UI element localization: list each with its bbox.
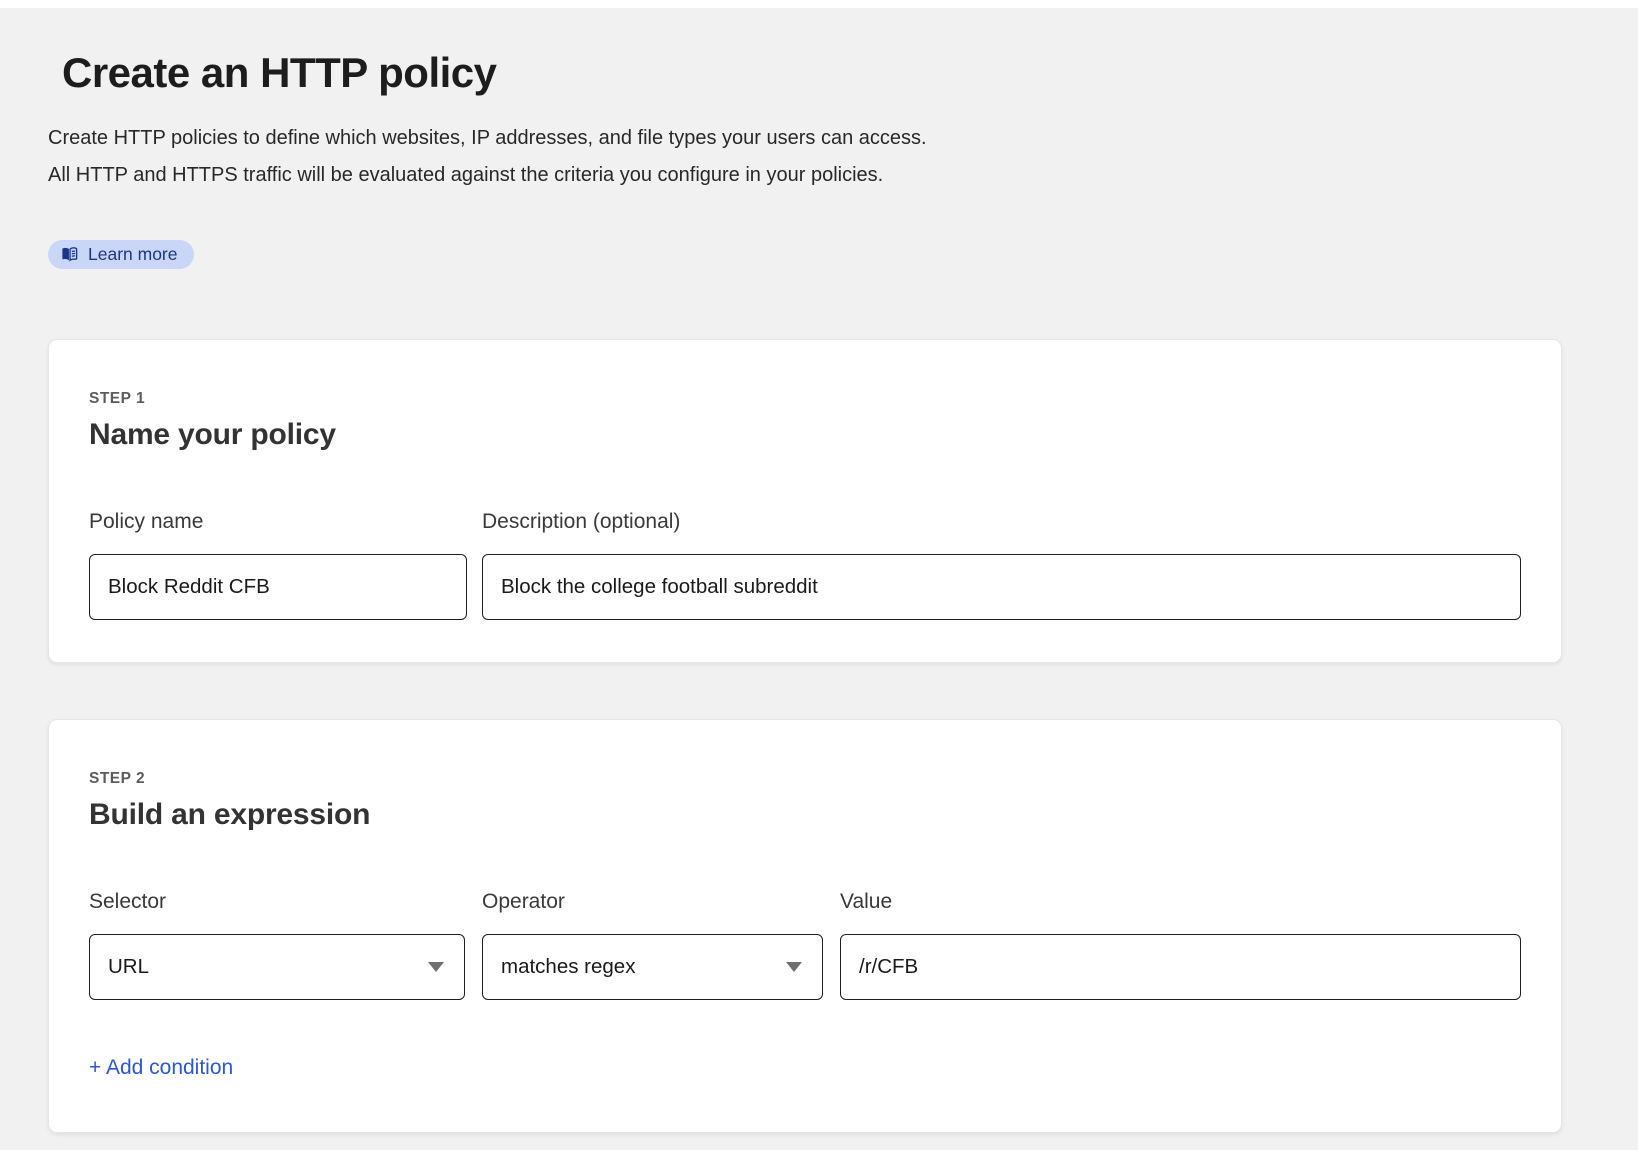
value-label: Value: [840, 890, 1521, 914]
operator-label: Operator: [482, 890, 823, 914]
description-line-2: All HTTP and HTTPS traffic will be evalu…: [48, 157, 1590, 194]
step1-label: STEP 1: [89, 390, 1521, 408]
operator-dropdown[interactable]: matches regex: [482, 934, 823, 1000]
description-input[interactable]: [482, 554, 1521, 620]
create-http-policy-page: Create an HTTP policy Create HTTP polici…: [0, 8, 1638, 1133]
step2-card: STEP 2 Build an expression Selector URL …: [48, 719, 1562, 1133]
step1-card: STEP 1 Name your policy Policy name Desc…: [48, 339, 1562, 663]
policy-name-input[interactable]: [89, 554, 467, 620]
description-label: Description (optional): [482, 510, 1521, 534]
page-title: Create an HTTP policy: [62, 48, 1590, 98]
policy-name-label: Policy name: [89, 510, 467, 534]
selector-dropdown[interactable]: URL: [89, 934, 465, 1000]
step1-fields-row: Policy name Description (optional): [89, 510, 1521, 620]
learn-more-button[interactable]: Learn more: [48, 240, 194, 269]
step2-label: STEP 2: [89, 770, 1521, 788]
operator-value: matches regex: [501, 955, 635, 979]
selector-field-group: Selector URL: [89, 890, 465, 1000]
description-line-1: Create HTTP policies to define which web…: [48, 120, 1590, 157]
chevron-down-icon: [786, 962, 802, 972]
step1-heading: Name your policy: [89, 418, 1521, 452]
condition-row: Selector URL Operator matches regex Valu…: [89, 890, 1521, 1000]
top-strip: [0, 0, 1638, 8]
operator-field-group: Operator matches regex: [482, 890, 823, 1000]
book-icon: [60, 245, 79, 264]
value-field-group: Value: [840, 890, 1521, 1000]
value-input[interactable]: [840, 934, 1521, 1000]
add-condition-link[interactable]: + Add condition: [89, 1056, 233, 1080]
step2-heading: Build an expression: [89, 798, 1521, 832]
page-description: Create HTTP policies to define which web…: [48, 120, 1590, 194]
selector-value: URL: [108, 955, 149, 979]
chevron-down-icon: [428, 962, 444, 972]
policy-name-field-group: Policy name: [89, 510, 467, 620]
description-field-group: Description (optional): [482, 510, 1521, 620]
selector-label: Selector: [89, 890, 465, 914]
learn-more-label: Learn more: [88, 244, 178, 265]
